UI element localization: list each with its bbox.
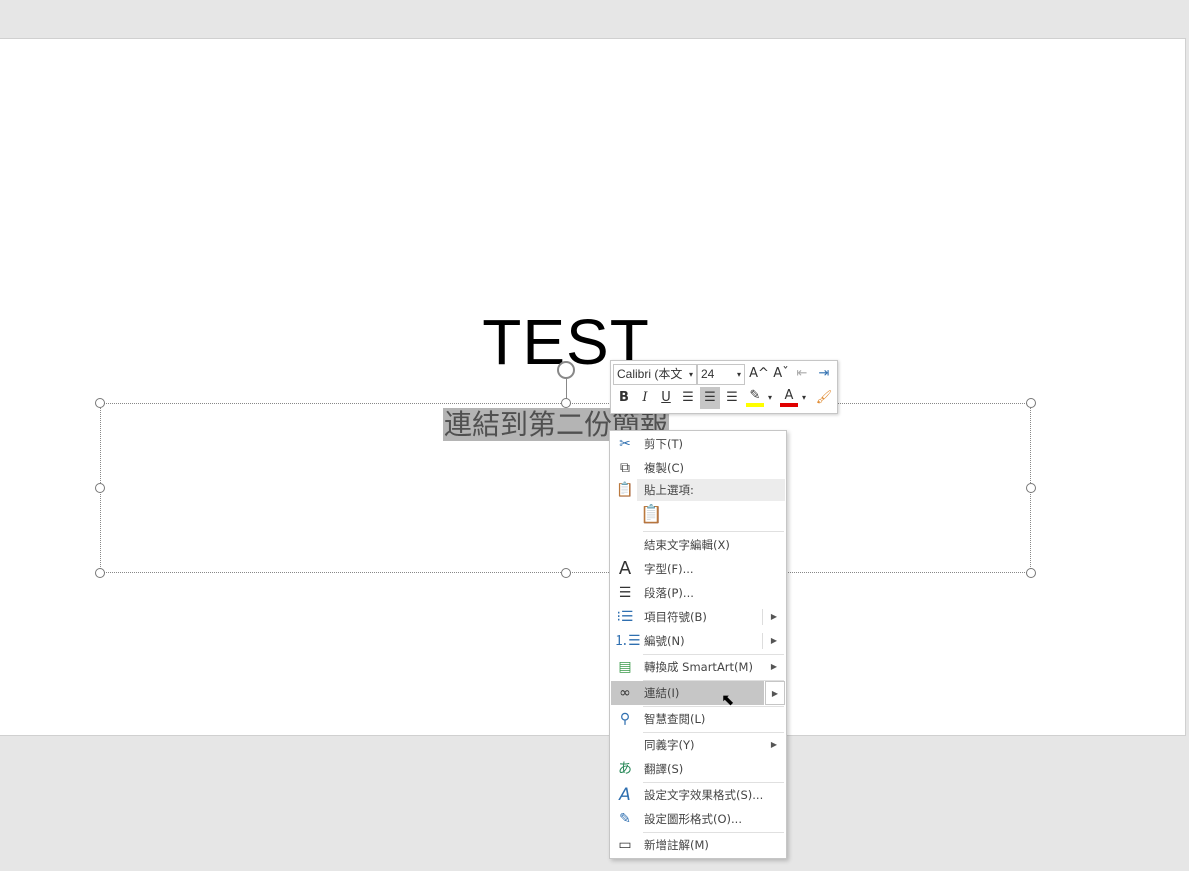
italic-button[interactable]: I [635, 387, 655, 409]
font-icon: A [618, 558, 632, 579]
resize-handle-ne[interactable] [1026, 398, 1036, 408]
slide-canvas[interactable] [0, 38, 1186, 736]
translate-icon: あ [618, 761, 632, 777]
link-submenu-button[interactable]: ▶ [765, 681, 785, 705]
font-size-value: 24 [701, 367, 715, 381]
align-left-icon[interactable]: ☰ [678, 387, 698, 409]
grow-font-button[interactable]: A^ [749, 363, 769, 385]
menu-item-convert-smartart[interactable]: ▤ 轉換成 SmartArt(M) ▶ [611, 655, 785, 679]
smart-lookup-icon: ⚲ [619, 711, 631, 727]
menu-item-synonyms[interactable]: 同義字(Y) ▶ [611, 733, 785, 757]
split-divider [762, 633, 763, 649]
menu-item-exit-text-edit[interactable]: 結束文字編輯(X) [611, 533, 785, 557]
resize-handle-w[interactable] [95, 483, 105, 493]
menu-item-link[interactable]: ∞ 連結(I) [611, 681, 764, 705]
font-name-value: Calibri (本文 [617, 367, 683, 381]
numbering-icon: ⒈☰ [614, 633, 641, 649]
font-size-dropdown[interactable]: 24 ▾ [697, 364, 745, 385]
scissors-icon: ✂ [619, 436, 631, 452]
underline-button[interactable]: U [656, 387, 676, 409]
submenu-arrow-icon[interactable]: ▶ [771, 629, 777, 653]
format-shape-icon: ✎ [619, 811, 631, 827]
menu-separator [643, 531, 784, 532]
menu-item-new-comment[interactable]: ▭ 新增註解(M) [611, 833, 785, 857]
resize-handle-se[interactable] [1026, 568, 1036, 578]
menu-item-smart-lookup[interactable]: ⚲ 智慧查閱(L) [611, 707, 785, 731]
smartart-icon: ▤ [618, 659, 632, 675]
menu-item-paragraph[interactable]: ☰ 段落(P)... [611, 581, 785, 605]
menu-item-format-text-effects[interactable]: A 設定文字效果格式(S)... [611, 783, 785, 807]
rotate-handle[interactable] [557, 361, 575, 379]
copy-icon: ⧉ [620, 460, 630, 476]
context-menu: ✂ 剪下(T) ⧉ 複製(C) 📋 貼上選項: 📋 結束文字編輯(X) A 字型(F).… [609, 430, 787, 859]
align-right-icon[interactable]: ☰ [722, 387, 742, 409]
menu-item-cut[interactable]: ✂ 剪下(T) [611, 432, 785, 456]
submenu-arrow-icon: ▶ [770, 662, 777, 671]
menu-item-numbering[interactable]: ⒈☰ 編號(N) ▶ [611, 629, 785, 653]
resize-handle-e[interactable] [1026, 483, 1036, 493]
highlighter-icon[interactable]: ✎ [746, 387, 764, 407]
font-name-dropdown[interactable]: Calibri (本文 ▾ [613, 364, 697, 385]
chevron-down-icon: ▾ [688, 370, 693, 379]
menu-item-translate[interactable]: あ翻譯(S) [611, 757, 785, 781]
resize-handle-sw[interactable] [95, 568, 105, 578]
font-color-button[interactable]: A [780, 387, 798, 407]
submenu-arrow-icon[interactable]: ▶ [771, 605, 777, 629]
chevron-down-icon[interactable]: ▾ [799, 387, 809, 409]
paste-icon: 📋 [616, 482, 634, 498]
resize-handle-nw[interactable] [95, 398, 105, 408]
text-effects-icon: A [619, 785, 631, 805]
bold-button[interactable]: B [614, 387, 634, 409]
menu-item-bullets[interactable]: ⁝☰ 項目符號(B) ▶ [611, 605, 785, 629]
format-painter-icon[interactable]: 🖌 [814, 387, 834, 409]
menu-item-format-shape[interactable]: ✎ 設定圖形格式(O)... [611, 807, 785, 831]
paragraph-icon: ☰ [618, 585, 632, 601]
chevron-down-icon: ▾ [736, 370, 741, 379]
increase-indent-icon[interactable]: ⇥ [814, 363, 834, 385]
align-center-icon[interactable]: ☰ [700, 387, 720, 409]
menu-header-paste-options: 📋 貼上選項: [611, 479, 785, 501]
menu-item-copy[interactable]: ⧉ 複製(C) [611, 456, 785, 480]
menu-item-font[interactable]: A 字型(F)... [611, 557, 785, 581]
link-icon: ∞ [619, 685, 631, 701]
submenu-arrow-icon: ▶ [770, 740, 777, 749]
shrink-font-button[interactable]: Aˇ [771, 363, 791, 385]
comment-icon: ▭ [618, 837, 632, 853]
decrease-indent-icon[interactable]: ⇤ [792, 363, 812, 385]
resize-handle-s[interactable] [561, 568, 571, 578]
paste-keep-text-only-button[interactable]: 📋 [640, 504, 664, 530]
submenu-arrow-icon: ▶ [771, 689, 778, 698]
mini-toolbar: Calibri (本文 ▾ 24 ▾ A^ Aˇ ⇤ ⇥ B I U ☰ ☰ ☰ ✎… [610, 360, 838, 414]
split-divider [762, 609, 763, 625]
chevron-down-icon[interactable]: ▾ [765, 387, 775, 409]
bullets-icon: ⁝☰ [616, 609, 634, 625]
resize-handle-n[interactable] [561, 398, 571, 408]
